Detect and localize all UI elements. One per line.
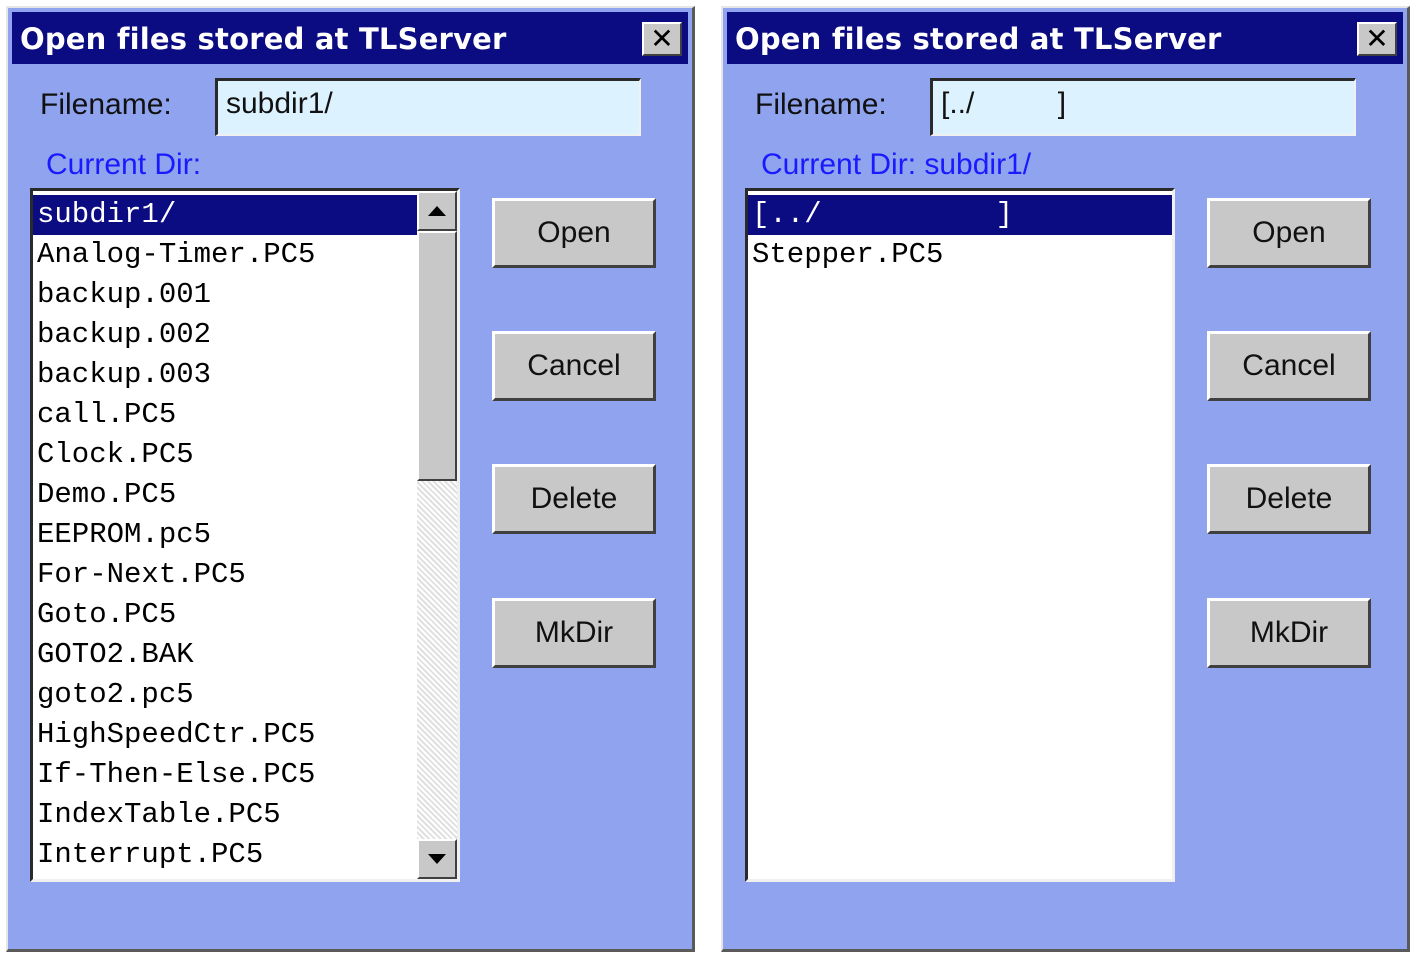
- list-item[interactable]: backup.001: [33, 275, 457, 315]
- filename-label: Filename:: [40, 88, 172, 121]
- arrow-down-icon: [428, 854, 446, 864]
- dialog-title: Open files stored at TLServer: [20, 22, 507, 56]
- delete-button[interactable]: Delete: [1207, 464, 1371, 534]
- list-item[interactable]: HighSpeedCtr.PC5: [33, 715, 457, 755]
- current-dir-label: Current Dir:: [46, 148, 202, 181]
- filename-input[interactable]: subdir1/: [215, 78, 641, 136]
- list-item[interactable]: EEPROM.pc5: [33, 515, 457, 555]
- open-file-dialog-subdir: Open files stored at TLServer ✕ Filename…: [721, 6, 1410, 952]
- list-item[interactable]: IndexTable.PC5: [33, 795, 457, 835]
- list-item[interactable]: Analog-Timer.PC5: [33, 235, 457, 275]
- cancel-button[interactable]: Cancel: [492, 331, 656, 401]
- list-item[interactable]: Interrupt.PC5: [33, 835, 457, 875]
- close-icon[interactable]: ✕: [642, 22, 682, 56]
- current-dir-label: Current Dir: subdir1/: [761, 148, 1032, 181]
- list-item[interactable]: If-Then-Else.PC5: [33, 755, 457, 795]
- filename-input[interactable]: [../ ]: [930, 78, 1356, 136]
- list-item[interactable]: Goto.PC5: [33, 595, 457, 635]
- list-item[interactable]: subdir1/: [33, 195, 457, 235]
- list-item[interactable]: goto2.pc5: [33, 675, 457, 715]
- list-item[interactable]: Clock.PC5: [33, 435, 457, 475]
- file-listbox[interactable]: subdir1/Analog-Timer.PC5 backup.001 backup…: [30, 188, 460, 882]
- list-item[interactable]: For-Next.PC5: [33, 555, 457, 595]
- file-listbox[interactable]: [../ ] Stepper.PC5: [745, 188, 1175, 882]
- list-item[interactable]: [../ ]: [748, 195, 1172, 235]
- scroll-down-button[interactable]: [417, 839, 457, 879]
- open-button[interactable]: Open: [1207, 198, 1371, 268]
- open-button[interactable]: Open: [492, 198, 656, 268]
- cancel-button[interactable]: Cancel: [1207, 331, 1371, 401]
- mkdir-button[interactable]: MkDir: [492, 598, 656, 668]
- file-list: [../ ] Stepper.PC5: [748, 195, 1172, 275]
- file-list: subdir1/Analog-Timer.PC5 backup.001 backup…: [33, 195, 457, 875]
- vertical-scrollbar[interactable]: [417, 191, 457, 879]
- list-item[interactable]: backup.002: [33, 315, 457, 355]
- arrow-up-icon: [428, 206, 446, 216]
- scroll-up-button[interactable]: [417, 191, 457, 231]
- list-item[interactable]: Stepper.PC5: [748, 235, 1172, 275]
- list-item[interactable]: backup.003: [33, 355, 457, 395]
- title-bar: Open files stored at TLServer ✕: [727, 12, 1403, 64]
- title-bar: Open files stored at TLServer ✕: [12, 12, 688, 64]
- delete-button[interactable]: Delete: [492, 464, 656, 534]
- close-icon[interactable]: ✕: [1357, 22, 1397, 56]
- list-item[interactable]: Demo.PC5: [33, 475, 457, 515]
- list-item[interactable]: call.PC5: [33, 395, 457, 435]
- open-file-dialog-root: Open files stored at TLServer ✕ Filename…: [6, 6, 695, 952]
- list-item[interactable]: GOTO2.BAK: [33, 635, 457, 675]
- scrollbar-thumb[interactable]: [417, 231, 457, 481]
- mkdir-button[interactable]: MkDir: [1207, 598, 1371, 668]
- filename-label: Filename:: [755, 88, 887, 121]
- dialog-title: Open files stored at TLServer: [735, 22, 1222, 56]
